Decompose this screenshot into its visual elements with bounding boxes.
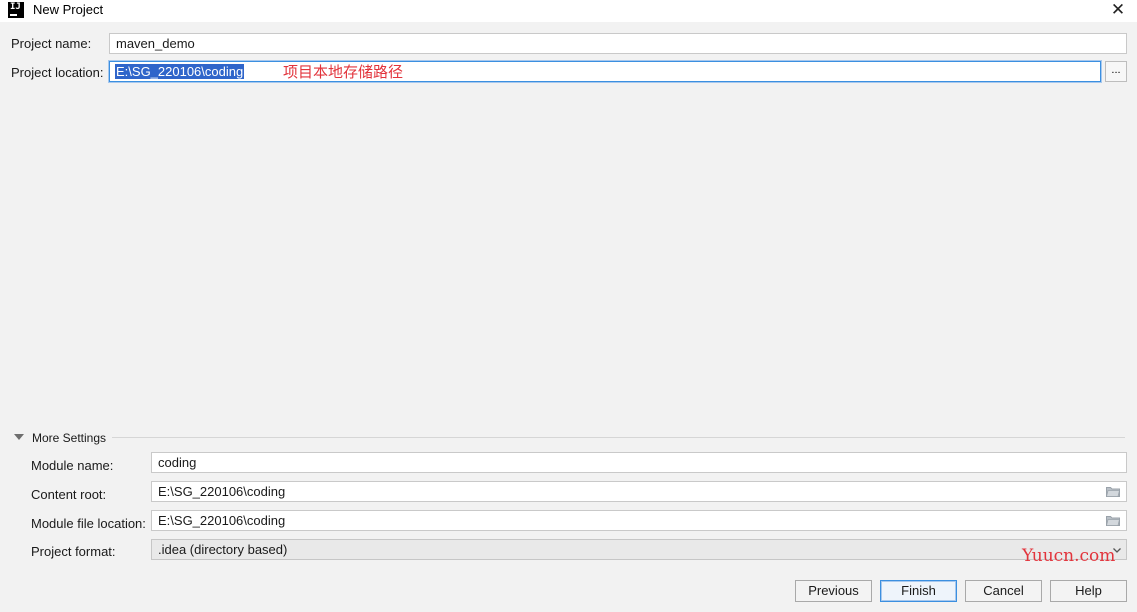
- previous-button-label: Previous: [808, 583, 859, 598]
- title-bar: IJ New Project ✕: [0, 0, 1137, 22]
- project-name-input[interactable]: maven_demo: [109, 33, 1127, 54]
- content-root-input[interactable]: E:\SG_220106\coding: [151, 481, 1127, 502]
- module-file-location-input[interactable]: E:\SG_220106\coding: [151, 510, 1127, 531]
- module-file-location-label: Module file location:: [31, 516, 146, 531]
- project-format-label: Project format:: [31, 544, 116, 559]
- location-annotation: 项目本地存储路径: [283, 64, 404, 81]
- watermark: Yuucn.com: [1022, 546, 1116, 566]
- ellipsis-icon: ...: [1111, 64, 1121, 76]
- module-name-label: Module name:: [31, 458, 114, 473]
- close-icon[interactable]: ✕: [1109, 1, 1127, 19]
- app-icon-text: IJ: [10, 2, 21, 12]
- help-button[interactable]: Help: [1050, 580, 1127, 602]
- window-title: New Project: [33, 2, 104, 17]
- finish-button-label: Finish: [901, 583, 936, 598]
- project-location-input[interactable]: E:\SG_220106\coding: [109, 61, 1101, 82]
- intellij-app-icon: IJ: [8, 2, 24, 18]
- folder-icon[interactable]: [1106, 486, 1120, 497]
- project-name-value: maven_demo: [116, 36, 195, 51]
- project-location-label: Project location:: [11, 65, 104, 80]
- module-name-input[interactable]: coding: [151, 452, 1127, 473]
- module-file-location-value: E:\SG_220106\coding: [158, 513, 286, 528]
- content-root-label: Content root:: [31, 487, 107, 502]
- project-location-selected-text: E:\SG_220106\coding: [115, 64, 245, 79]
- module-name-value: coding: [158, 455, 197, 470]
- more-settings-divider: [112, 437, 1125, 438]
- cancel-button[interactable]: Cancel: [965, 580, 1042, 602]
- cancel-button-label: Cancel: [983, 583, 1024, 598]
- more-settings-toggle[interactable]: More Settings: [32, 431, 106, 445]
- previous-button[interactable]: Previous: [795, 580, 872, 602]
- browse-location-button[interactable]: ...: [1105, 61, 1127, 82]
- content-root-value: E:\SG_220106\coding: [158, 484, 286, 499]
- project-format-value: .idea (directory based): [158, 542, 288, 557]
- help-button-label: Help: [1075, 583, 1102, 598]
- folder-icon[interactable]: [1106, 515, 1120, 526]
- project-format-select[interactable]: .idea (directory based): [151, 539, 1127, 560]
- app-icon-bar: [10, 14, 17, 16]
- finish-button[interactable]: Finish: [880, 580, 957, 602]
- triangle-down-icon[interactable]: [14, 434, 24, 440]
- project-name-label: Project name:: [11, 36, 92, 51]
